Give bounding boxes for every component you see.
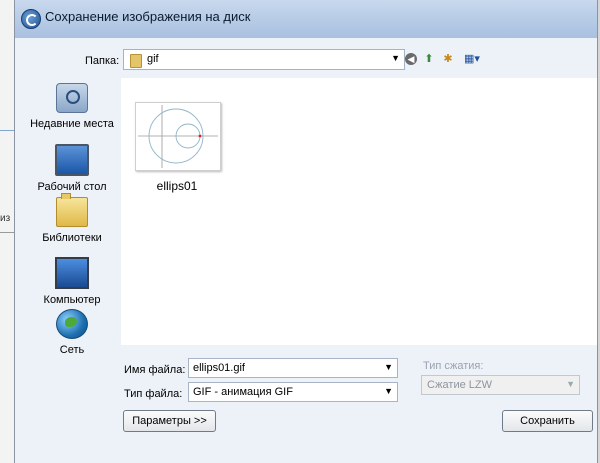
place-label: Рабочий стол [37,181,107,193]
filetype-label: Тип файла: [124,388,183,400]
chevron-down-icon[interactable]: ▼ [384,362,393,372]
file-name-label[interactable]: ellips01 [135,179,219,193]
background-text-fragment: из [0,213,11,224]
title-bar[interactable]: Сохранение изображения на диск [15,0,597,38]
place-desktop[interactable]: Рабочий стол [24,140,120,193]
view-menu-icon[interactable]: ▦▾ [461,51,483,67]
back-icon[interactable]: ◀ [405,53,417,65]
compression-value: Сжатие LZW [427,379,492,391]
chevron-down-icon: ▼ [566,379,575,389]
dialog-body: Папка: gif ▼ ◀ ⬆ ✱ ▦▾ Недавние места Раб… [15,38,597,463]
place-label: Библиотеки [42,232,102,244]
desktop-icon [55,144,89,176]
libraries-icon [56,193,88,227]
filetype-value: GIF - анимация GIF [193,386,293,398]
compression-dropdown: Сжатие LZW ▼ [421,375,580,395]
ellipse-drawing-thumbnail [138,105,218,168]
computer-icon [55,257,89,289]
place-network[interactable]: Сеть [24,309,120,356]
folder-label: Папка: [85,55,120,67]
file-list-view[interactable]: ellips01 [121,78,597,345]
place-label: Сеть [59,344,85,356]
place-recent[interactable]: Недавние места [24,83,120,130]
chevron-down-icon[interactable]: ▼ [391,53,400,63]
dialog-title: Сохранение изображения на диск [45,9,251,24]
places-bar: Недавние места Рабочий стол Библиотеки К… [24,79,120,359]
place-computer[interactable]: Компьютер [24,253,120,306]
folder-icon [130,54,142,68]
place-label: Компьютер [43,294,101,306]
place-libraries[interactable]: Библиотеки [24,193,120,244]
filetype-dropdown[interactable]: GIF - анимация GIF ▼ [188,382,398,402]
up-folder-icon[interactable]: ⬆ [421,51,437,67]
network-icon [56,309,88,339]
place-label: Недавние места [30,118,114,130]
folder-dropdown[interactable]: gif ▼ [123,49,405,70]
new-folder-icon[interactable]: ✱ [440,51,456,67]
recent-places-icon [56,83,88,113]
app-logo-icon [21,9,41,29]
filename-label: Имя файла: [124,364,186,376]
folder-value: gif [147,53,159,65]
save-image-dialog: Сохранение изображения на диск Папка: gi… [14,0,598,463]
chevron-down-icon[interactable]: ▼ [384,386,393,396]
compression-label: Тип сжатия: [423,360,484,372]
background-line [0,130,14,131]
parameters-button[interactable]: Параметры >> [123,410,216,432]
filename-input[interactable] [189,359,373,377]
filename-field[interactable]: ▼ [188,358,398,378]
file-thumbnail[interactable] [135,102,221,171]
save-button[interactable]: Сохранить [502,410,593,432]
